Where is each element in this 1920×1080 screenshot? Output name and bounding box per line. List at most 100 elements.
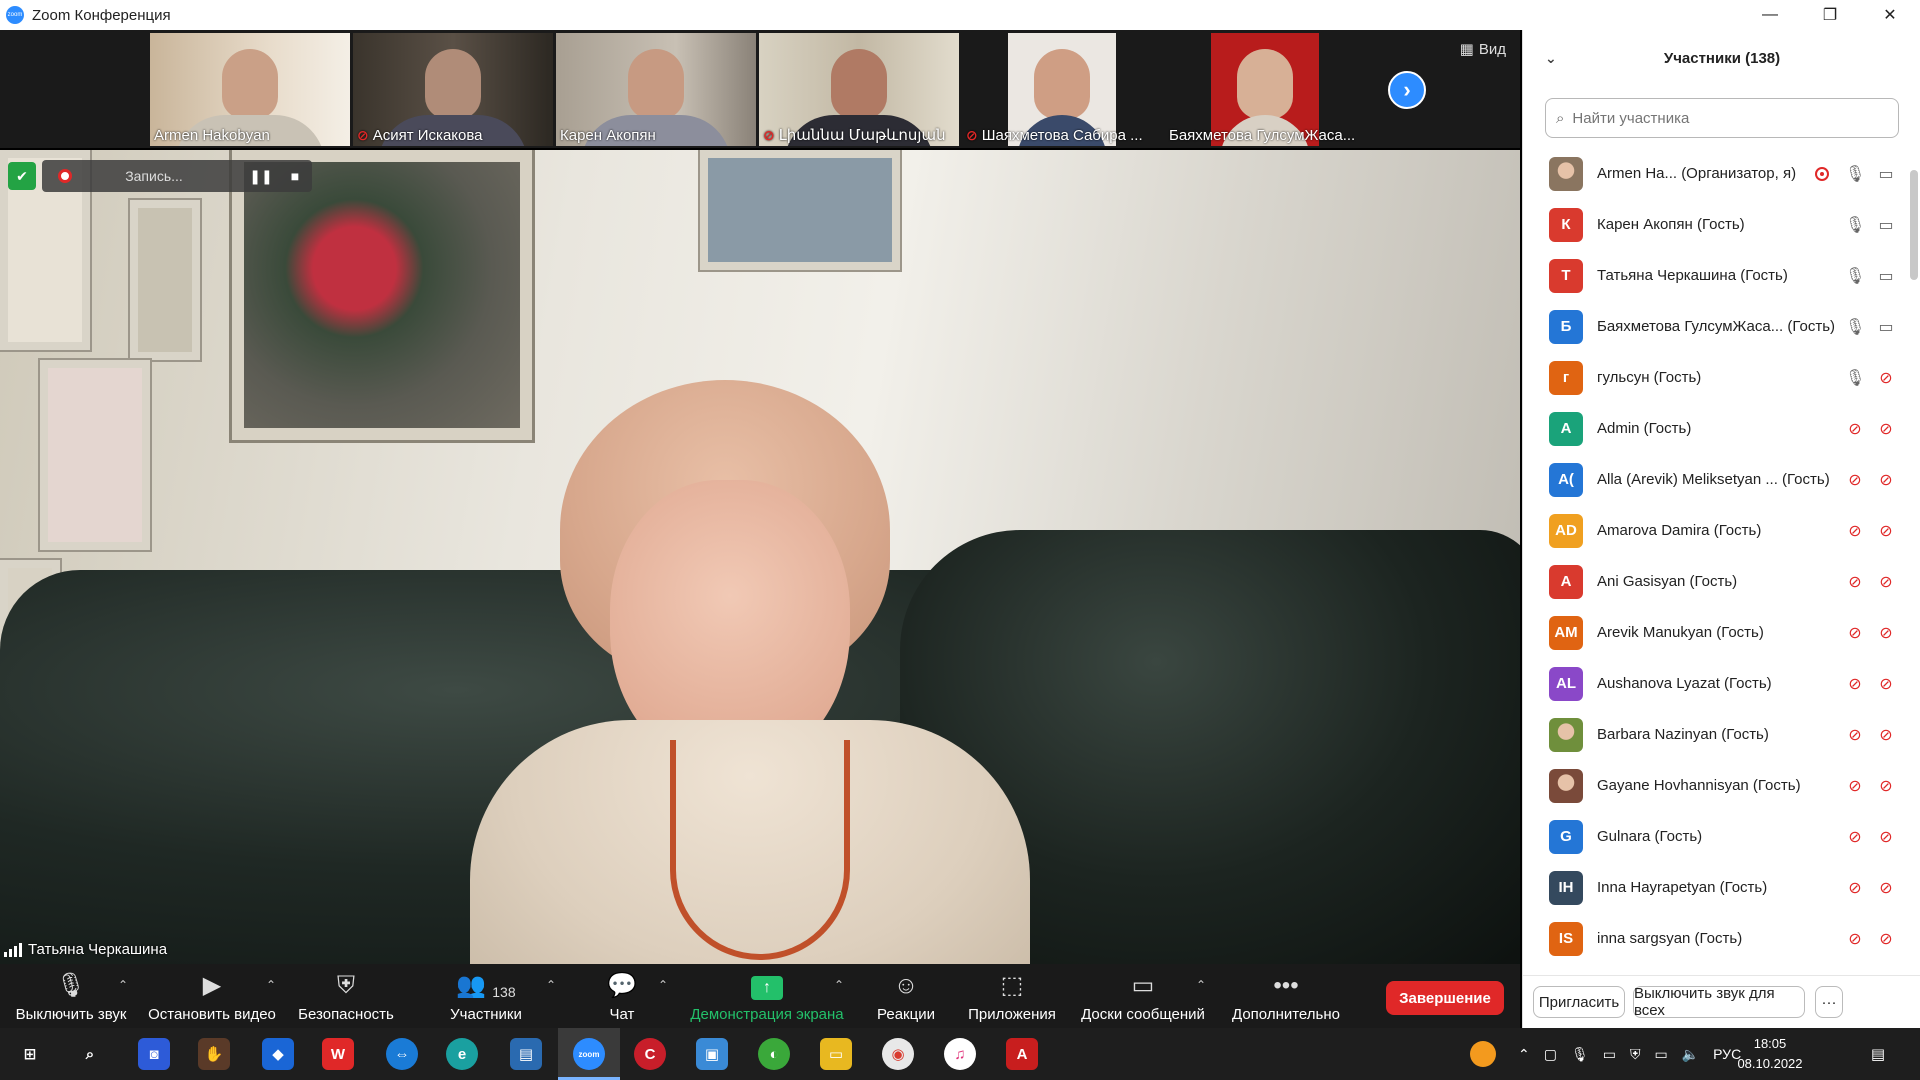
- mute-all-button[interactable]: Выключить звук для всех: [1633, 985, 1805, 1019]
- next-page-button[interactable]: ›: [1388, 71, 1426, 109]
- mic-muted-icon[interactable]: ⊘: [1845, 572, 1865, 592]
- mic-muted-icon[interactable]: ⊘: [1845, 776, 1865, 796]
- more-options-button[interactable]: ···: [1815, 986, 1843, 1018]
- mic-muted-icon[interactable]: ⊘: [1845, 878, 1865, 898]
- more-button[interactable]: ••• Дополнительно: [1226, 964, 1346, 1028]
- battery-icon[interactable]: ▭: [1603, 1046, 1616, 1063]
- chat-options-caret[interactable]: ⌃: [658, 978, 668, 992]
- participant-row[interactable]: Б Баяхметова ГулсумЖаса... (Гость) 🎙 ▭: [1523, 301, 1920, 352]
- video-camera-icon[interactable]: ▭: [1873, 317, 1899, 337]
- green-app-icon[interactable]: ◐: [758, 1038, 790, 1070]
- volume-icon[interactable]: 🔈: [1682, 1046, 1699, 1063]
- thumbnail-video[interactable]: Armen Hakobyan: [150, 33, 350, 146]
- participant-row[interactable]: AM Arevik Manukyan (Гость) ⊘ ⊘: [1523, 607, 1920, 658]
- participant-row[interactable]: Т Татьяна Черкашина (Гость) 🎙 ▭: [1523, 250, 1920, 301]
- game-controller-icon[interactable]: ◙: [138, 1038, 170, 1070]
- participant-row[interactable]: AL Aushanova Lyazat (Гость) ⊘ ⊘: [1523, 658, 1920, 709]
- microphone-icon[interactable]: 🎙: [1845, 368, 1865, 388]
- participant-row[interactable]: К Карен Акопян (Гость) 🎙 ▭: [1523, 199, 1920, 250]
- microphone-icon[interactable]: 🎙: [1845, 266, 1865, 286]
- mic-muted-icon[interactable]: ⊘: [1845, 725, 1865, 745]
- mic-muted-icon[interactable]: ⊘: [1845, 419, 1865, 439]
- stop-video-button[interactable]: ▶ Остановить видео: [146, 964, 278, 1028]
- apps-button[interactable]: ⬚ Приложения: [962, 964, 1062, 1028]
- zoom-taskbar-icon[interactable]: zoom: [573, 1038, 605, 1070]
- video-off-icon[interactable]: ⊘: [1873, 368, 1899, 388]
- microphone-icon[interactable]: 🎙: [1845, 317, 1865, 337]
- thumbnail-video[interactable]: Карен Акопян: [556, 33, 756, 146]
- video-off-icon[interactable]: ⊘: [1873, 470, 1899, 490]
- video-off-icon[interactable]: ⊘: [1873, 674, 1899, 694]
- participant-row[interactable]: Armen Ha... (Организатор, я) 🎙 ▭: [1523, 148, 1920, 199]
- whiteboard-options-caret[interactable]: ⌃: [1196, 978, 1206, 992]
- mic-muted-icon[interactable]: ⊘: [1845, 623, 1865, 643]
- dropbox-icon[interactable]: ◆: [262, 1038, 294, 1070]
- thumbnail-video[interactable]: ⊘ Լիաննա Մաթևոսյան: [759, 33, 959, 146]
- audio-options-caret[interactable]: ⌃: [118, 978, 128, 992]
- microphone-icon[interactable]: 🎙: [1571, 1046, 1589, 1063]
- tray-orange-icon[interactable]: [1470, 1041, 1496, 1067]
- red-app-icon[interactable]: C: [634, 1038, 666, 1070]
- edge-browser-icon[interactable]: e: [446, 1038, 478, 1070]
- video-off-icon[interactable]: ⊘: [1873, 878, 1899, 898]
- video-off-icon[interactable]: ⊘: [1873, 572, 1899, 592]
- video-off-icon[interactable]: ⊘: [1873, 929, 1899, 949]
- shield-icon[interactable]: ⛨: [1630, 1046, 1641, 1063]
- participant-row[interactable]: IH Inna Hayrapetyan (Гость) ⊘ ⊘: [1523, 862, 1920, 913]
- wps-office-icon[interactable]: W: [322, 1038, 354, 1070]
- mic-muted-icon[interactable]: ⊘: [1845, 470, 1865, 490]
- participants-options-caret[interactable]: ⌃: [546, 978, 556, 992]
- end-meeting-button[interactable]: Завершение: [1386, 981, 1504, 1015]
- close-button[interactable]: ✕: [1860, 0, 1920, 30]
- thumbnail-video[interactable]: Баяхметова ГулсумЖаса...: [1165, 33, 1365, 146]
- file-explorer-icon[interactable]: ▭: [820, 1038, 852, 1070]
- video-camera-icon[interactable]: ▭: [1873, 266, 1899, 286]
- clock[interactable]: 18:05 08.10.2022: [1726, 1034, 1814, 1074]
- video-off-icon[interactable]: ⊘: [1873, 623, 1899, 643]
- video-options-caret[interactable]: ⌃: [266, 978, 276, 992]
- mic-muted-icon[interactable]: ⊘: [1845, 521, 1865, 541]
- pause-recording-button[interactable]: ❚❚: [244, 160, 278, 192]
- minimize-button[interactable]: —: [1740, 0, 1800, 30]
- share-options-caret[interactable]: ⌃: [834, 978, 844, 992]
- mic-muted-icon[interactable]: ⊘: [1845, 674, 1865, 694]
- participant-row[interactable]: IS inna sargsyan (Гость) ⊘ ⊘: [1523, 913, 1920, 964]
- video-off-icon[interactable]: ⊘: [1873, 827, 1899, 847]
- thumbnail-video[interactable]: ⊘ Асият Искакова: [353, 33, 553, 146]
- mic-muted-icon[interactable]: ⊘: [1845, 929, 1865, 949]
- device-icon[interactable]: ▢: [1544, 1046, 1557, 1063]
- video-off-icon[interactable]: ⊘: [1873, 725, 1899, 745]
- participant-row[interactable]: г гульсун (Гость) 🎙 ⊘: [1523, 352, 1920, 403]
- video-off-icon[interactable]: ⊘: [1873, 419, 1899, 439]
- windows-start-icon[interactable]: ⊞: [14, 1038, 46, 1070]
- participant-row[interactable]: Barbara Nazinyan (Гость) ⊘ ⊘: [1523, 709, 1920, 760]
- video-off-icon[interactable]: ⊘: [1873, 776, 1899, 796]
- participant-search-input[interactable]: [1572, 109, 1873, 127]
- chat-button[interactable]: 💬 Чат: [600, 964, 644, 1028]
- maximize-button[interactable]: ❐: [1800, 0, 1860, 30]
- participant-row[interactable]: A Ani Gasisyan (Гость) ⊘ ⊘: [1523, 556, 1920, 607]
- teamviewer-icon[interactable]: ⇔: [386, 1038, 418, 1070]
- chrome-icon[interactable]: ◉: [882, 1038, 914, 1070]
- video-camera-icon[interactable]: ▭: [1873, 215, 1899, 235]
- view-button[interactable]: ▦ Вид: [1460, 40, 1506, 59]
- participants-scrollbar[interactable]: [1910, 170, 1918, 280]
- calculator-icon[interactable]: ▤: [510, 1038, 542, 1070]
- itunes-icon[interactable]: ♫: [944, 1038, 976, 1070]
- network-icon[interactable]: ▭: [1654, 1046, 1667, 1063]
- thumbnail-video[interactable]: ⊘ Шаяхметова Сабира ...: [962, 33, 1162, 146]
- share-screen-button[interactable]: ↑ Демонстрация экрана: [686, 964, 848, 1028]
- notification-icon[interactable]: ▤: [1864, 1038, 1892, 1070]
- video-camera-icon[interactable]: ▭: [1873, 164, 1899, 184]
- whiteboards-button[interactable]: ▭ Доски сообщений: [1078, 964, 1208, 1028]
- mic-muted-icon[interactable]: ⊘: [1845, 827, 1865, 847]
- microphone-icon[interactable]: 🎙: [1845, 215, 1865, 235]
- reactions-button[interactable]: ☺ Реакции: [870, 964, 942, 1028]
- pdf-reader-icon[interactable]: A: [1006, 1038, 1038, 1070]
- remote-desktop-icon[interactable]: ▣: [696, 1038, 728, 1070]
- microphone-icon[interactable]: 🎙: [1845, 164, 1865, 184]
- participant-search-box[interactable]: ⌕: [1545, 98, 1899, 138]
- invite-button[interactable]: Пригласить: [1533, 986, 1625, 1018]
- participant-row[interactable]: Gayane Hovhannisyan (Гость) ⊘ ⊘: [1523, 760, 1920, 811]
- participant-row[interactable]: A(Alla (Arevik) Meliksetyan ... (Гость) ⊘…: [1523, 454, 1920, 505]
